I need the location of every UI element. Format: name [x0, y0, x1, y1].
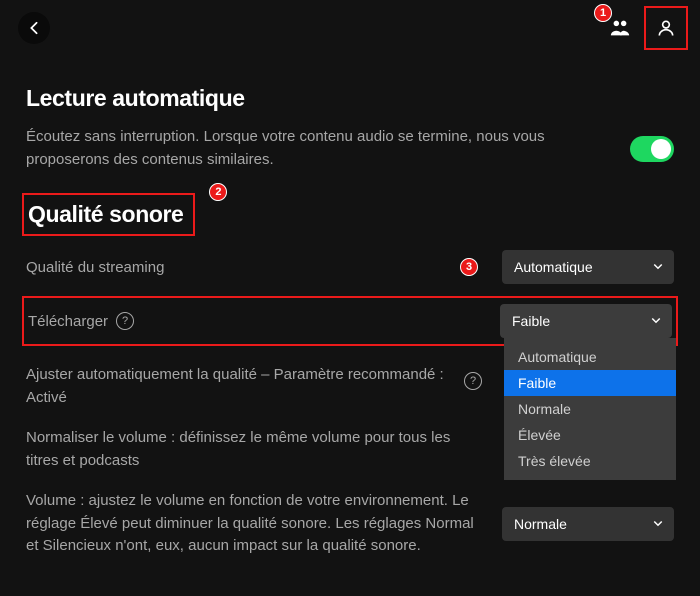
- user-icon: [656, 18, 676, 38]
- option-automatique[interactable]: Automatique: [504, 344, 676, 370]
- annotation-badge-3: 3: [460, 258, 478, 276]
- annotation-badge-1: 1: [594, 4, 612, 22]
- download-quality-label: Télécharger: [28, 313, 108, 330]
- option-normale[interactable]: Normale: [504, 396, 676, 422]
- autoplay-description: Écoutez sans interruption. Lorsque votre…: [26, 126, 610, 171]
- friends-activity-button[interactable]: 1: [600, 8, 640, 48]
- annotation-badge-2: 2: [209, 183, 227, 201]
- volume-label: Volume : ajustez le volume en fonction d…: [26, 490, 482, 558]
- help-icon[interactable]: ?: [116, 312, 134, 330]
- normalize-label: Normaliser le volume : définissez le mêm…: [26, 427, 482, 472]
- download-quality-value: Faible: [512, 313, 550, 329]
- streaming-quality-label: Qualité du streaming: [26, 259, 164, 276]
- chevron-down-icon: [652, 516, 664, 532]
- profile-button[interactable]: [644, 6, 688, 50]
- autoplay-title: Lecture automatique: [26, 85, 674, 112]
- volume-dropdown[interactable]: Normale: [502, 507, 674, 541]
- chevron-left-icon: [27, 21, 41, 35]
- download-quality-dropdown[interactable]: Faible: [500, 304, 672, 338]
- option-faible[interactable]: Faible: [504, 370, 676, 396]
- chevron-down-icon: [652, 259, 664, 275]
- streaming-quality-value: Automatique: [514, 259, 593, 275]
- option-elevee[interactable]: Élevée: [504, 422, 676, 448]
- autoplay-toggle[interactable]: [630, 136, 674, 162]
- volume-value: Normale: [514, 516, 567, 532]
- help-icon[interactable]: ?: [464, 372, 482, 390]
- toggle-knob: [651, 139, 671, 159]
- option-tres-elevee[interactable]: Très élevée: [504, 448, 676, 474]
- back-button[interactable]: [18, 12, 50, 44]
- download-quality-menu: Automatique Faible Normale Élevée Très é…: [504, 338, 676, 480]
- auto-adjust-label: Ajuster automatiquement la qualité – Par…: [26, 364, 456, 409]
- chevron-down-icon: [650, 313, 662, 329]
- streaming-quality-dropdown[interactable]: Automatique: [502, 250, 674, 284]
- quality-title: Qualité sonore: [28, 201, 183, 228]
- friends-icon: [609, 17, 631, 39]
